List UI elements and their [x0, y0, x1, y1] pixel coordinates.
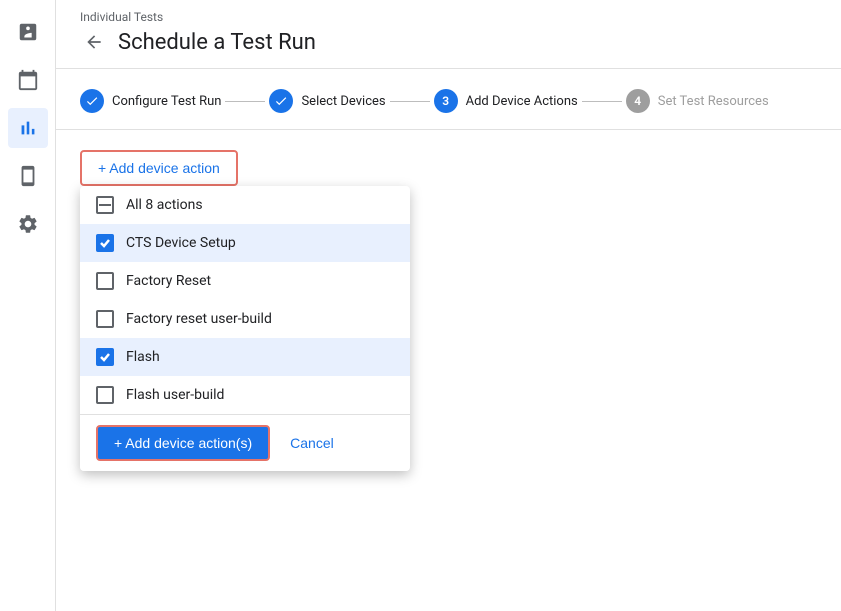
add-device-actions-button[interactable]: + Add device action(s): [96, 425, 270, 461]
step-1-label: Configure Test Run: [112, 94, 221, 109]
checkbox-flash: [96, 348, 114, 366]
checkbox-flash-user: [96, 386, 114, 404]
main-content: Individual Tests Schedule a Test Run Con…: [56, 0, 841, 611]
dropdown-item-label-factory-reset: Factory Reset: [126, 273, 211, 289]
step-4-label: Set Test Resources: [658, 94, 769, 109]
device-action-dropdown: All 8 actions CTS Device Setup Factory R…: [80, 186, 410, 471]
dropdown-item-factory-reset[interactable]: Factory Reset: [80, 262, 410, 300]
dropdown-item-all[interactable]: All 8 actions: [80, 186, 410, 224]
step-select-devices: Select Devices: [269, 89, 385, 113]
dropdown-item-label-all: All 8 actions: [126, 197, 203, 213]
dropdown-item-label-flash-user: Flash user-build: [126, 387, 224, 403]
add-device-action-button[interactable]: + Add device action: [80, 150, 238, 186]
checkbox-factory-reset: [96, 272, 114, 290]
steps-bar: Configure Test Run Select Devices 3 Add …: [56, 69, 841, 130]
sidebar-item-chart[interactable]: [8, 108, 48, 148]
step-add-device-actions: 3 Add Device Actions: [434, 89, 578, 113]
page-header: Schedule a Test Run: [56, 24, 841, 69]
dropdown-item-label-factory-reset-user: Factory reset user-build: [126, 311, 272, 327]
step-2-label: Select Devices: [301, 94, 385, 109]
sidebar: [0, 0, 56, 611]
step-3-number: 3: [442, 94, 449, 108]
connector-1: [225, 101, 265, 102]
step-configure: Configure Test Run: [80, 89, 221, 113]
step-4-number: 4: [634, 94, 641, 108]
connector-2: [390, 101, 430, 102]
dropdown-item-flash-user[interactable]: Flash user-build: [80, 376, 410, 414]
step-3-label: Add Device Actions: [466, 94, 578, 109]
checkbox-all: [96, 196, 114, 214]
sidebar-item-device[interactable]: [8, 156, 48, 196]
sidebar-item-calendar[interactable]: [8, 60, 48, 100]
dropdown-item-factory-reset-user[interactable]: Factory reset user-build: [80, 300, 410, 338]
dropdown-list: All 8 actions CTS Device Setup Factory R…: [80, 186, 410, 414]
sidebar-item-tasks[interactable]: [8, 12, 48, 52]
checkbox-factory-reset-user: [96, 310, 114, 328]
dropdown-footer: + Add device action(s) Cancel: [80, 414, 410, 471]
page-title: Schedule a Test Run: [118, 30, 316, 55]
step-1-circle: [80, 89, 104, 113]
back-button[interactable]: [80, 28, 108, 56]
step-3-circle: 3: [434, 89, 458, 113]
checkbox-cts: [96, 234, 114, 252]
content-area: + Add device action All 8 actions: [56, 130, 841, 611]
breadcrumb: Individual Tests: [56, 0, 841, 24]
dropdown-item-label-cts: CTS Device Setup: [126, 235, 236, 251]
connector-3: [582, 101, 622, 102]
dropdown-item-flash[interactable]: Flash: [80, 338, 410, 376]
step-2-circle: [269, 89, 293, 113]
cancel-button[interactable]: Cancel: [282, 427, 342, 459]
step-set-resources: 4 Set Test Resources: [626, 89, 769, 113]
step-4-circle: 4: [626, 89, 650, 113]
dropdown-item-label-flash: Flash: [126, 349, 160, 365]
sidebar-item-settings[interactable]: [8, 204, 48, 244]
dropdown-item-cts[interactable]: CTS Device Setup: [80, 224, 410, 262]
